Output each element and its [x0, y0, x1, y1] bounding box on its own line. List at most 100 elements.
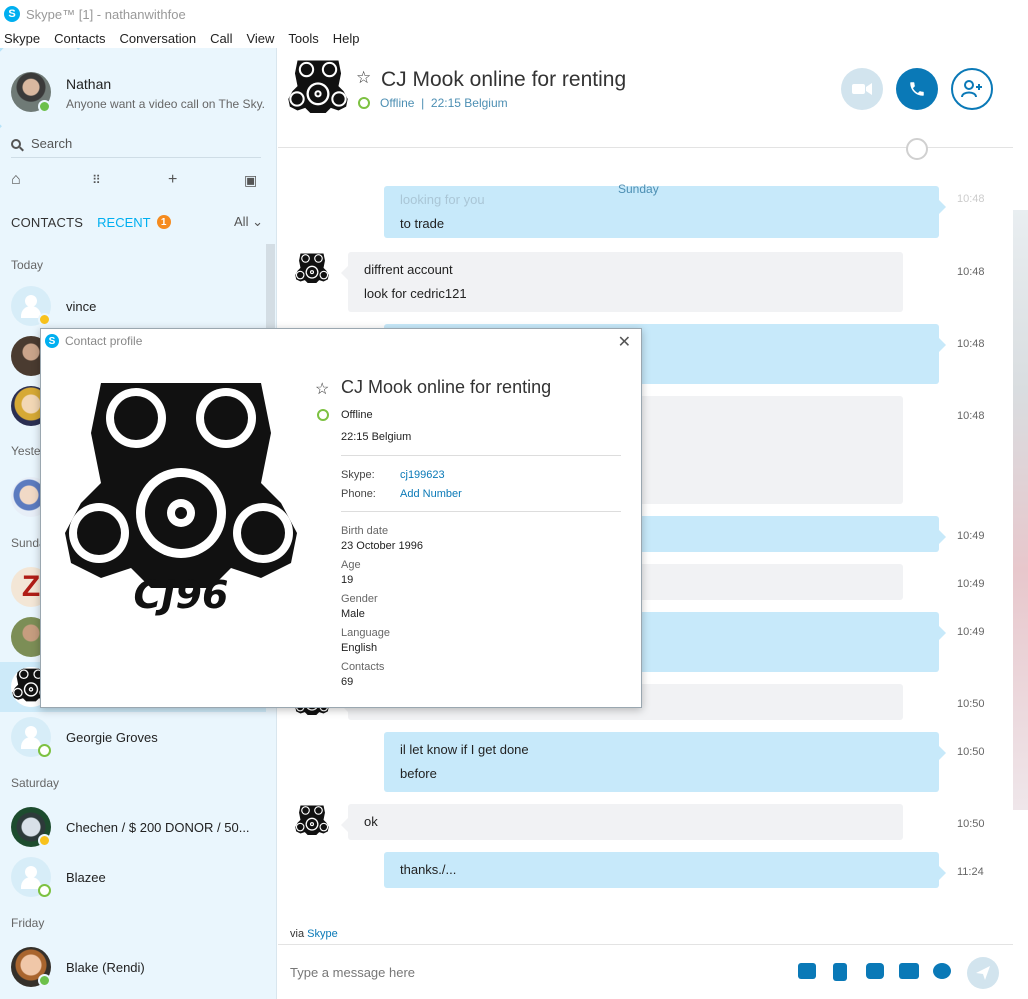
contact-avatar[interactable] [294, 804, 330, 840]
globe-icon[interactable] [906, 138, 928, 160]
message-time: 10:48 [957, 338, 985, 350]
logo-lettering: CJ96 [133, 573, 229, 617]
message-text: il let know if I get done [400, 742, 529, 757]
add-icon[interactable]: + [168, 171, 177, 189]
video-message-icon[interactable] [866, 963, 884, 979]
gender-value: Male [341, 608, 365, 620]
bot-icon[interactable]: ▣ [244, 172, 257, 189]
contact-row-blake[interactable]: Blake (Rendi) [0, 942, 266, 992]
message-input[interactable]: Type a message here [290, 965, 415, 980]
conversation-title[interactable]: CJ Mook online for renting [381, 68, 626, 92]
close-icon[interactable]: ✕ [618, 332, 631, 352]
add-number-link[interactable]: Add Number [400, 488, 462, 500]
away-status-icon [38, 313, 51, 326]
favorite-star-icon[interactable]: ☆ [356, 68, 371, 88]
video-camera-icon [852, 83, 872, 95]
message-text: look for cedric121 [364, 286, 467, 301]
add-person-icon [961, 80, 982, 98]
contact-card-icon[interactable] [899, 963, 919, 979]
conversation-header: ☆ CJ Mook online for renting Offline | 2… [278, 48, 1014, 148]
menu-help[interactable]: Help [333, 31, 360, 46]
contact-row-georgie[interactable]: Georgie Groves [0, 712, 266, 762]
favorite-star-icon[interactable]: ☆ [315, 379, 329, 399]
contact-name: Blazee [66, 870, 106, 885]
contact-row-vince[interactable]: vince [0, 281, 266, 331]
background-window-strip [1013, 48, 1028, 999]
window-title: Skype™ [1] - nathanwithfoe [26, 6, 186, 22]
home-icon[interactable]: ⌂ [11, 171, 21, 189]
send-contacts-icon[interactable] [798, 963, 816, 979]
contact-row-blazee[interactable]: Blazee [0, 852, 266, 902]
message-text: to trade [400, 216, 445, 231]
skype-label: Skype: [341, 469, 375, 481]
message-text: looking for you [400, 192, 485, 207]
menu-view[interactable]: View [246, 31, 274, 46]
contact-tabs: CONTACTS RECENT 1 All ⌄ [11, 212, 263, 232]
offline-status-icon [358, 97, 370, 109]
tab-recent[interactable]: RECENT 1 [97, 214, 171, 230]
tab-contacts[interactable]: CONTACTS [11, 215, 83, 230]
contact-avatar[interactable] [294, 252, 330, 288]
profile-name: CJ Mook online for renting [341, 377, 552, 397]
recent-count-badge: 1 [156, 215, 171, 229]
age-label: Age [341, 559, 361, 571]
offline-status-icon [317, 409, 329, 421]
message-time: 10:48 [957, 193, 985, 205]
message-composer: Type a message here [278, 944, 1014, 999]
via-skype-link[interactable]: Skype [307, 928, 338, 940]
video-call-button[interactable] [841, 68, 883, 110]
send-button[interactable] [967, 957, 999, 989]
section-saturday: Saturday [11, 776, 60, 790]
contact-name: Blake (Rendi) [66, 960, 145, 975]
profile-local-time: 22:15 Belgium [341, 431, 412, 443]
gender-label: Gender [341, 593, 378, 605]
search-icon [11, 138, 21, 149]
menu-bar: Skype Contacts Conversation Call View To… [0, 28, 1028, 48]
message-time: 10:50 [957, 818, 985, 830]
message-time: 10:49 [957, 578, 985, 590]
my-profile[interactable]: Nathan Anyone want a video call on The S… [0, 48, 276, 128]
dialog-titlebar: S Contact profile [41, 329, 641, 353]
dialpad-icon[interactable]: ⠿ [92, 173, 101, 187]
contact-profile-dialog: S Contact profile ✕ CJ96 ☆ CJ Mook onlin… [40, 328, 642, 708]
birth-date-value: 23 October 1996 [341, 540, 423, 552]
emoticon-icon[interactable] [933, 963, 951, 979]
search-box[interactable]: Search [11, 130, 261, 158]
audio-call-button[interactable] [896, 68, 938, 110]
filter-dropdown[interactable]: All ⌄ [234, 214, 263, 230]
via-text: via [290, 928, 305, 940]
my-name: Nathan [66, 76, 112, 92]
menu-contacts[interactable]: Contacts [54, 31, 105, 46]
contact-name: vince [66, 299, 97, 314]
message-outgoing: looking for you to trade [384, 186, 946, 238]
menu-tools[interactable]: Tools [288, 31, 318, 46]
contact-avatar[interactable] [286, 58, 350, 122]
dialog-title: Contact profile [65, 334, 143, 348]
birth-date-label: Birth date [341, 525, 389, 537]
add-people-button[interactable] [951, 68, 993, 110]
menu-skype[interactable]: Skype [4, 31, 40, 46]
chevron-down-icon: ⌄ [252, 214, 263, 229]
online-status-icon [38, 100, 51, 113]
message-time: 10:49 [957, 530, 985, 542]
skype-logo-icon: S [45, 334, 59, 348]
offline-status-icon [38, 744, 51, 757]
menu-call[interactable]: Call [210, 31, 232, 46]
profile-status-text: Offline [341, 409, 373, 421]
filter-label: All [234, 214, 249, 229]
menu-conversation[interactable]: Conversation [119, 31, 196, 46]
message-text: ok [364, 814, 378, 829]
online-status-icon [38, 974, 51, 987]
tab-recent-label: RECENT [97, 214, 151, 230]
contact-row-chechen[interactable]: Chechen / $ 200 DONOR / 50... [0, 802, 266, 852]
send-file-icon[interactable] [833, 963, 847, 981]
skype-id-link[interactable]: cj199623 [400, 469, 445, 481]
background-image [1013, 210, 1028, 810]
my-mood-message[interactable]: Anyone want a video call on The Sky... [66, 97, 266, 111]
send-icon [976, 966, 990, 980]
age-value: 19 [341, 574, 354, 586]
message-outgoing: thanks./... [384, 852, 946, 888]
message-incoming: diffrent account look for cedric121 [341, 252, 903, 312]
message-time: 10:48 [957, 266, 985, 278]
profile-picture: CJ96 [61, 373, 301, 623]
